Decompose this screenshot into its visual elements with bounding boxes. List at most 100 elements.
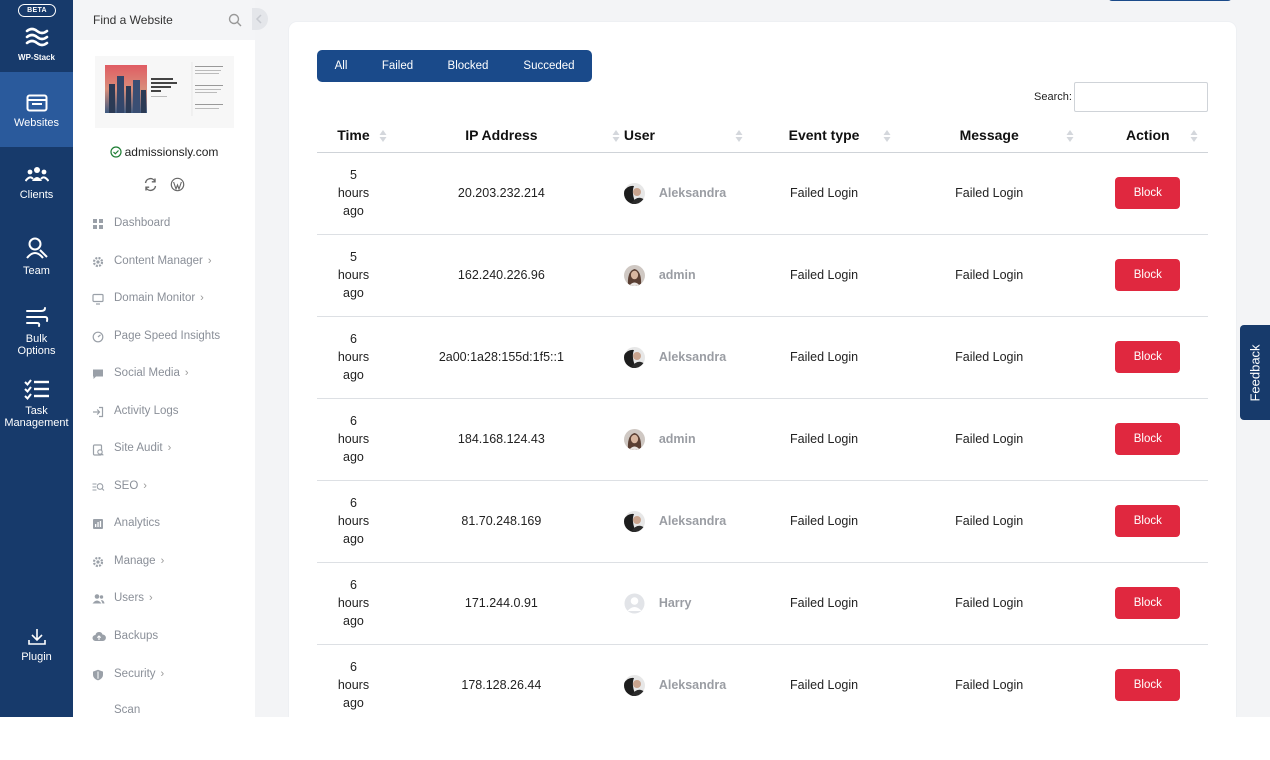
- filter-all[interactable]: All: [317, 50, 365, 82]
- column-header-message[interactable]: Message: [890, 119, 1088, 153]
- user-name[interactable]: admin: [659, 268, 696, 282]
- column-header-user[interactable]: User: [612, 119, 758, 153]
- feedback-label: Feedback: [1247, 343, 1263, 402]
- rail-item-websites[interactable]: Websites: [0, 72, 73, 147]
- table-row: 6 hours ago 178.128.26.44 Aleksandra Failed L…: [317, 644, 1208, 717]
- cell-user: Aleksandra: [612, 316, 758, 399]
- filter-failed[interactable]: Failed: [365, 50, 430, 82]
- rail-label: Websites: [13, 117, 60, 129]
- cell-event-type: Failed Login: [757, 644, 891, 717]
- time-suffix: ago: [343, 368, 364, 382]
- cell-user: Aleksandra: [612, 480, 758, 563]
- cell-action: Block: [1087, 644, 1208, 717]
- block-button[interactable]: Block: [1115, 587, 1181, 619]
- time-value: 6: [349, 660, 357, 674]
- sort-icon[interactable]: [379, 129, 387, 146]
- menu-label: Domain Monitor: [114, 292, 196, 304]
- block-button[interactable]: Block: [1115, 423, 1181, 455]
- cell-user: admin: [612, 398, 758, 481]
- chevron-right-icon: ›: [143, 480, 147, 492]
- filter-blocked[interactable]: Blocked: [430, 50, 506, 82]
- block-button[interactable]: Block: [1115, 259, 1181, 291]
- rail-label: Clients: [19, 189, 54, 201]
- main-nav-rail: BETA WP-Stack Websites Clients Team Bulk…: [0, 0, 73, 717]
- cell-user: Aleksandra: [612, 644, 758, 717]
- table-row: 6 hours ago 81.70.248.169 Aleksandra Failed L…: [317, 480, 1208, 563]
- rail-item-team[interactable]: Team: [0, 236, 73, 277]
- block-button[interactable]: Block: [1115, 505, 1181, 537]
- chevron-left-icon: [255, 14, 262, 24]
- clients-group-icon: [24, 167, 49, 182]
- feedback-tab[interactable]: Feedback: [1240, 325, 1270, 420]
- beta-badge: BETA: [18, 4, 56, 17]
- menu-label: Content Manager: [114, 255, 203, 267]
- time-unit: hours: [337, 432, 370, 446]
- menu-label: Activity Logs: [114, 405, 179, 417]
- site-thumbnail[interactable]: [95, 56, 234, 128]
- wp-stack-logo[interactable]: WP-Stack: [0, 24, 73, 62]
- dashboard-icon: [93, 219, 103, 229]
- cell-time: 6 hours ago: [317, 644, 390, 717]
- cell-ip-address: 81.70.248.169: [389, 480, 613, 563]
- sort-icon[interactable]: [1190, 129, 1198, 146]
- cell-action: Block: [1087, 152, 1208, 235]
- rail-label: Plugin: [21, 651, 52, 663]
- rail-item-bulk-options[interactable]: Bulk Options: [0, 306, 73, 357]
- chevron-right-icon: ›: [207, 255, 212, 267]
- sort-icon[interactable]: [735, 129, 743, 146]
- refresh-icon[interactable]: [143, 177, 158, 192]
- user-name[interactable]: Aleksandra: [659, 678, 726, 692]
- user-name[interactable]: Aleksandra: [659, 350, 726, 364]
- rail-label: Task Management: [4, 405, 69, 429]
- time-value: 6: [349, 332, 357, 346]
- block-button[interactable]: Block: [1115, 177, 1181, 209]
- menu-label: Site Audit: [114, 442, 163, 454]
- user-name[interactable]: Aleksandra: [659, 186, 726, 200]
- time-value: 6: [349, 496, 357, 510]
- header-label: Message: [959, 127, 1019, 144]
- find-website-search[interactable]: Find a Website: [73, 0, 255, 40]
- collapse-panel-handle[interactable]: [252, 8, 268, 30]
- rail-item-clients[interactable]: Clients: [0, 166, 73, 201]
- time-suffix: ago: [343, 286, 364, 300]
- time-suffix: ago: [343, 614, 364, 628]
- user-name[interactable]: Aleksandra: [659, 514, 726, 528]
- menu-label: Scan: [114, 704, 141, 716]
- filter-succeeded[interactable]: Succeded: [506, 50, 592, 82]
- user-name[interactable]: admin: [659, 432, 696, 446]
- sort-icon[interactable]: [1066, 129, 1074, 146]
- check-circle-icon: [109, 146, 122, 158]
- login-arrow-icon: [93, 406, 104, 418]
- column-header-action[interactable]: Action: [1087, 119, 1208, 153]
- site-name[interactable]: admissionsly.com: [73, 145, 255, 159]
- column-header-event-type[interactable]: Event type: [757, 119, 891, 153]
- site-name-text: admissionsly.com: [124, 145, 219, 159]
- header-label: Time: [337, 127, 370, 144]
- rail-item-plugin[interactable]: Plugin: [0, 628, 73, 663]
- cell-event-type: Failed Login: [757, 234, 891, 317]
- chevron-right-icon: ›: [167, 442, 172, 454]
- block-button[interactable]: Block: [1115, 669, 1181, 701]
- wind-lines-icon: [25, 307, 48, 327]
- search-icon[interactable]: [228, 13, 242, 27]
- cell-ip-address: 184.168.124.43: [389, 398, 613, 481]
- table-row: 5 hours ago 20.203.232.214 Aleksandra Failed …: [317, 152, 1208, 235]
- cell-ip-address: 20.203.232.214: [389, 152, 613, 235]
- find-website-label: Find a Website: [93, 13, 173, 27]
- analytics-icon: [93, 519, 103, 529]
- table-search-input[interactable]: [1074, 82, 1208, 112]
- header-action-button[interactable]: [1108, 0, 1232, 1]
- wordpress-icon[interactable]: [170, 177, 185, 192]
- logo-text: WP-Stack: [18, 53, 55, 62]
- column-header-time[interactable]: Time: [317, 119, 390, 153]
- menu-item-scan[interactable]: Scan: [114, 704, 140, 717]
- rail-item-task-management[interactable]: Task Management: [0, 378, 73, 429]
- block-button[interactable]: Block: [1115, 341, 1181, 373]
- cell-time: 6 hours ago: [317, 562, 390, 645]
- user-name[interactable]: Harry: [659, 596, 692, 610]
- table-row: 6 hours ago 184.168.124.43 admin Failed Login…: [317, 398, 1208, 481]
- gear-icon: [92, 556, 104, 568]
- menu-label: Analytics: [114, 517, 161, 529]
- column-header-ip-address[interactable]: IP Address: [389, 119, 620, 153]
- cell-action: Block: [1087, 316, 1208, 399]
